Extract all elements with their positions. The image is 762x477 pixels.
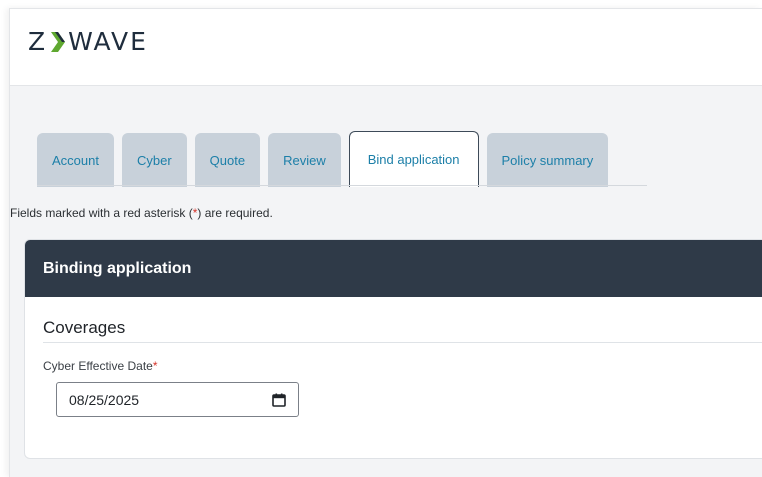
tab-review[interactable]: Review [268, 133, 341, 187]
tab-label: Account [52, 152, 99, 168]
wizard-tabs: Account Cyber Quote Review Bind applicat… [37, 131, 616, 187]
tab-label: Policy summary [501, 152, 594, 168]
app-header: Z WAVE [10, 9, 762, 86]
section-divider [43, 342, 762, 343]
tab-label: Cyber [136, 152, 172, 168]
required-note-before: Fields marked with a red asterisk ( [10, 206, 193, 220]
field-required-asterisk: * [152, 359, 158, 373]
zywave-logo[interactable]: Z WAVE [28, 25, 148, 59]
tab-account[interactable]: Account [37, 133, 114, 187]
cyber-effective-date-label: Cyber Effective Date* [43, 359, 158, 373]
cyber-effective-date-input[interactable]: 08/25/2025 [56, 382, 299, 417]
tab-label: Bind application [367, 152, 460, 167]
tab-cyber[interactable]: Cyber [121, 133, 187, 187]
date-value: 08/25/2025 [69, 391, 140, 408]
card-title: Binding application [43, 259, 192, 277]
logo-text-right: WAVE [68, 27, 148, 56]
tabs-divider [37, 185, 647, 186]
logo-chevron-icon [51, 32, 66, 52]
binding-application-card: Binding application Coverages Cyber Effe… [24, 239, 762, 459]
tab-quote[interactable]: Quote [194, 133, 261, 187]
tab-policy-summary[interactable]: Policy summary [486, 133, 609, 187]
section-title-coverages: Coverages [43, 318, 126, 337]
tab-label: Review [283, 152, 326, 168]
logo-text-left: Z [28, 27, 48, 56]
required-note-after: ) are required. [197, 206, 273, 220]
calendar-icon[interactable] [272, 393, 286, 407]
tab-label: Quote [209, 152, 246, 168]
tab-bind-application[interactable]: Bind application [348, 131, 479, 187]
card-header: Binding application [25, 240, 762, 297]
app-frame: Z WAVE Account Cyber Quote Review Bind a… [9, 8, 762, 477]
field-label-text: Cyber Effective Date [43, 359, 153, 373]
required-fields-note: Fields marked with a red asterisk (*) ar… [10, 206, 273, 220]
